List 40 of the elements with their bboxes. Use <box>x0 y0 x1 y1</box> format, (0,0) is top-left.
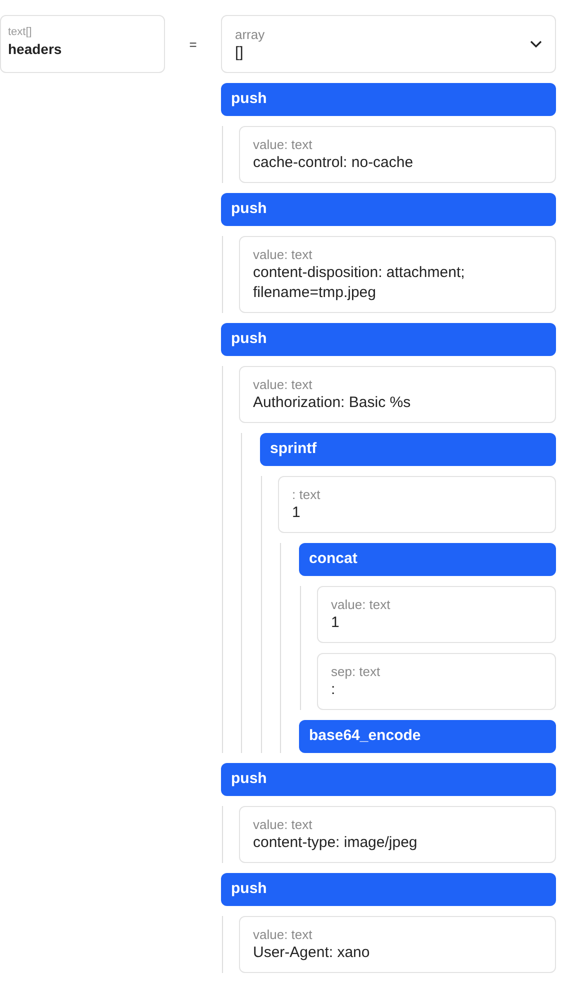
text-field[interactable]: value: text User-Agent: xano <box>239 916 556 973</box>
field-value: 1 <box>331 613 340 633</box>
text-field[interactable]: value: text cache-control: no-cache <box>239 126 556 183</box>
field-label: value: text <box>253 246 314 263</box>
field-label: value: text <box>253 136 314 153</box>
equals-sign: = <box>189 36 197 54</box>
field-value: 1 <box>292 503 302 523</box>
field-label: value: text <box>331 596 392 613</box>
filter-bar[interactable]: push <box>221 83 556 116</box>
text-field[interactable]: sep: text : <box>317 653 556 710</box>
field-value: content-type: image/jpeg <box>253 833 418 853</box>
field-label: : text <box>292 486 322 503</box>
field-label: value: text <box>253 926 314 943</box>
field-value: User-Agent: xano <box>253 943 371 963</box>
text-field[interactable]: value: text 1 <box>317 586 556 643</box>
filter-bar[interactable]: push <box>221 193 556 226</box>
field-value: cache-control: no-cache <box>253 153 414 173</box>
type-dropdown[interactable]: array [] <box>221 15 556 73</box>
field-label: sep: text <box>331 663 382 680</box>
field-label: value: text <box>253 816 314 833</box>
field-label: value: text <box>253 376 314 393</box>
filter-bar[interactable]: concat <box>299 543 556 576</box>
filter-bar[interactable]: push <box>221 873 556 906</box>
filter-bar[interactable]: push <box>221 323 556 356</box>
variable-type: text[] <box>8 25 33 39</box>
variable-name: headers <box>8 40 63 59</box>
text-field[interactable]: : text 1 <box>278 476 556 533</box>
field-value: : <box>331 680 336 700</box>
field-value: content-disposition: attachment; filename=tmp.jpeg <box>253 263 466 303</box>
text-field[interactable]: value: text content-disposition: attachment; filename=tmp.jpeg <box>239 236 556 313</box>
dropdown-value: [] <box>235 42 244 62</box>
variable-field[interactable]: text[] headers <box>0 15 165 73</box>
filter-bar[interactable]: base64_encode <box>299 720 556 753</box>
filter-bar[interactable]: push <box>221 763 556 796</box>
field-value: Authorization: Basic %s <box>253 393 412 413</box>
dropdown-label: array <box>235 26 266 42</box>
text-field[interactable]: value: text Authorization: Basic %s <box>239 366 556 423</box>
filter-bar[interactable]: sprintf <box>260 433 556 466</box>
text-field[interactable]: value: text content-type: image/jpeg <box>239 806 556 863</box>
chevron-down-icon <box>530 40 542 48</box>
